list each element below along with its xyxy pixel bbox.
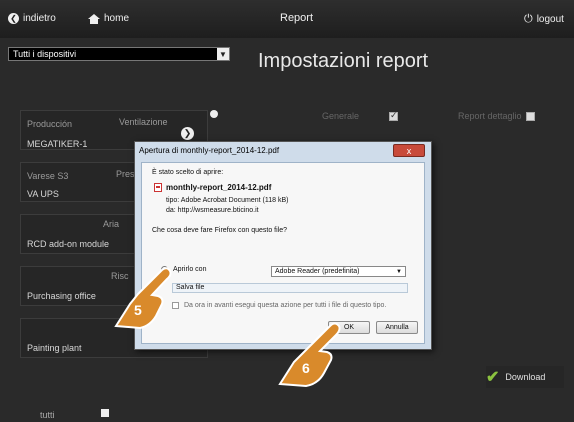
cancel-label: Annulla bbox=[385, 324, 409, 331]
chevron-right-icon[interactable]: ❯ bbox=[181, 127, 194, 140]
home-button[interactable]: home bbox=[88, 13, 129, 24]
dialog-title: Apertura di monthly-report_2014-12.pdf bbox=[139, 146, 280, 155]
chevron-down-icon: ▼ bbox=[396, 269, 402, 275]
file-type: tipo: Adobe Acrobat Document (118 kB) bbox=[166, 197, 289, 204]
home-label: home bbox=[104, 13, 130, 24]
step-five-label: 5 bbox=[134, 302, 142, 318]
cancel-button[interactable]: Annulla bbox=[376, 321, 418, 334]
checkmark-icon: ✔ bbox=[486, 369, 500, 386]
device-name: RCD add-on module bbox=[27, 239, 110, 249]
open-with-value: Adobe Reader (predefinita) bbox=[275, 268, 360, 275]
logout-label: logout bbox=[536, 14, 564, 25]
device-category: Ventilazione bbox=[119, 117, 168, 127]
page-title-text: Report bbox=[280, 12, 314, 24]
device-name: Varese S3 bbox=[27, 171, 69, 181]
device-name: VA UPS bbox=[27, 189, 59, 199]
report-dettaglio-label: Report dettaglio bbox=[458, 111, 522, 121]
chosen-label: È stato scelto di aprire: bbox=[152, 169, 224, 176]
close-button[interactable]: x bbox=[393, 144, 425, 157]
device-name: MEGATIKER-1 bbox=[27, 139, 88, 149]
logout-button[interactable]: ⏻ logout bbox=[524, 13, 564, 26]
back-label: indietro bbox=[23, 13, 56, 24]
generale-label: Generale bbox=[322, 111, 360, 121]
power-icon: ⏻ bbox=[524, 13, 533, 25]
question-label: Che cosa deve fare Firefox con questo fi… bbox=[152, 227, 288, 234]
file-name: monthly-report_2014-12.pdf bbox=[166, 183, 272, 192]
download-label: Download bbox=[505, 372, 546, 382]
always-label: Da ora in avanti esegui questa azione pe… bbox=[184, 302, 387, 309]
device-category: Aria bbox=[103, 219, 120, 229]
top-bar: ❮ indietro home Report ⏻ logout bbox=[0, 0, 574, 38]
device-name: Purchasing office bbox=[27, 291, 96, 301]
save-file-option[interactable]: Salva file bbox=[172, 283, 408, 293]
device-dropdown-value: Tutti i dispositivi bbox=[13, 49, 77, 59]
tutti-checkbox[interactable] bbox=[101, 409, 109, 417]
close-icon: x bbox=[406, 145, 412, 156]
chevron-down-icon: ▼ bbox=[217, 48, 229, 60]
scroll-knob[interactable] bbox=[210, 110, 218, 118]
dialog-body: È stato scelto di aprire: monthly-report… bbox=[141, 162, 425, 344]
tutti-label: tutti bbox=[40, 410, 55, 420]
device-name: Painting plant bbox=[27, 343, 82, 353]
generale-checkbox[interactable] bbox=[389, 110, 398, 121]
step-six-label: 6 bbox=[302, 360, 310, 376]
device-category: Pres bbox=[116, 169, 135, 179]
home-icon bbox=[88, 13, 100, 24]
save-file-label: Salva file bbox=[176, 284, 205, 291]
device-dropdown[interactable]: Tutti i dispositivi ▼ bbox=[8, 47, 230, 61]
device-name: Producción bbox=[27, 119, 73, 129]
pointing-hand-icon: 5 bbox=[110, 264, 180, 334]
back-button[interactable]: ❮ indietro bbox=[8, 13, 56, 24]
back-arrow-icon: ❮ bbox=[8, 13, 19, 24]
pointing-hand-icon: 6 bbox=[272, 318, 352, 390]
open-with-dropdown[interactable]: Adobe Reader (predefinita) ▼ bbox=[271, 266, 406, 277]
pdf-file-icon bbox=[154, 183, 162, 192]
download-button[interactable]: ✔ Download bbox=[486, 366, 564, 388]
settings-heading: Impostazioni report bbox=[258, 50, 429, 72]
report-dettaglio-checkbox[interactable] bbox=[526, 112, 535, 121]
file-source: da: http://wsmeasure.bticino.it bbox=[166, 207, 259, 214]
page-title: Report bbox=[280, 12, 313, 24]
